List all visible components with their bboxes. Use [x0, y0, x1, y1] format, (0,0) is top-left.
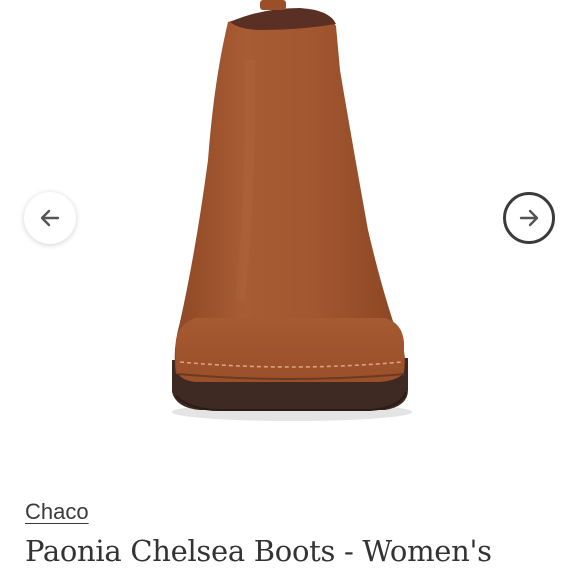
arrow-right-icon: [519, 209, 539, 227]
previous-image-button[interactable]: [24, 192, 76, 244]
product-image-gallery: [0, 0, 580, 480]
brand-link[interactable]: Chaco: [25, 499, 89, 525]
boot-product-image: [172, 0, 412, 421]
product-title: Paonia Chelsea Boots - Women's: [25, 534, 492, 568]
arrow-left-icon: [40, 209, 60, 227]
next-image-button[interactable]: [503, 192, 555, 244]
